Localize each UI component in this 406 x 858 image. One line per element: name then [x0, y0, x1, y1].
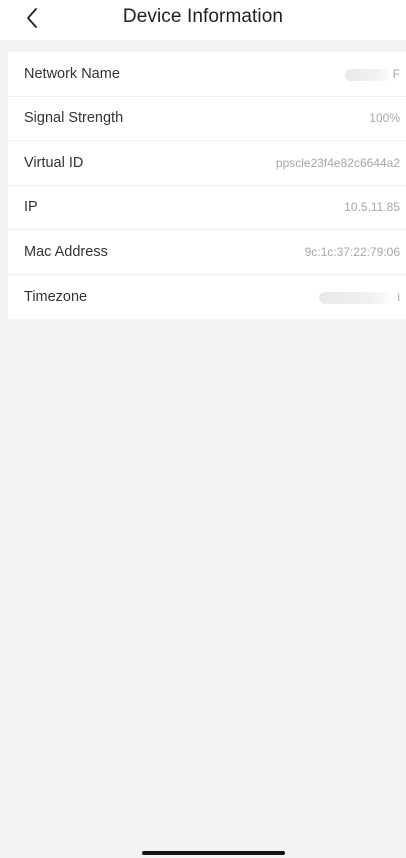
home-indicator[interactable] — [142, 851, 285, 855]
signal-strength-label: Signal Strength — [24, 110, 124, 127]
signal-strength-value: 100% — [369, 111, 400, 126]
redacted-mask — [344, 68, 391, 81]
virtual-id-value: ppscle23f4e82c6644a2 — [275, 155, 400, 170]
device-info-list: Network Name F Signal Strength 100% Virt… — [8, 52, 406, 319]
row-timezone: Timezone i — [8, 275, 406, 320]
ip-value: 10.5.11.85 — [344, 200, 400, 215]
row-mac-address: Mac Address 9c:1c:37:22:79:06 — [8, 230, 406, 275]
row-network-name: Network Name F — [8, 52, 406, 97]
mac-address-label: Mac Address — [24, 243, 108, 260]
timezone-value: i — [319, 290, 400, 304]
timezone-label: Timezone — [24, 288, 88, 305]
row-ip: IP 10.5.11.85 — [8, 186, 406, 230]
network-name-value: F — [344, 67, 400, 81]
page-title: Device Information — [122, 6, 284, 27]
header-bar: Device Information — [0, 0, 406, 40]
ip-label: IP — [24, 199, 38, 216]
row-signal-strength: Signal Strength 100% — [8, 97, 406, 141]
mac-address-value: 9c:1c:37:22:79:06 — [304, 244, 400, 259]
row-virtual-id: Virtual ID ppscle23f4e82c6644a2 — [8, 141, 406, 186]
redacted-mask — [319, 291, 396, 304]
virtual-id-label: Virtual ID — [24, 154, 84, 171]
section-gap — [8, 40, 406, 52]
network-name-label: Network Name — [24, 65, 120, 82]
